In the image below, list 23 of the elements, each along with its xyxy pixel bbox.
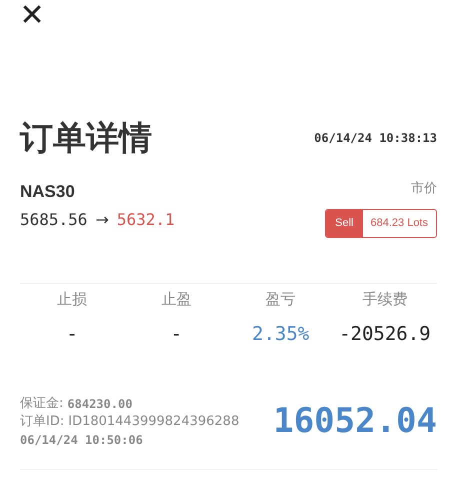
order-id-label: 订单ID: xyxy=(20,412,64,430)
page-title: 订单详情 xyxy=(20,117,152,159)
stat-label: 手续费 xyxy=(362,288,408,310)
side-tag: Sell xyxy=(326,210,362,236)
stat-label: 止损 xyxy=(57,288,88,310)
order-type: 市价 xyxy=(411,180,437,198)
order-id: ID1801443999824396288 xyxy=(68,412,240,430)
stat-label: 盈亏 xyxy=(266,288,296,310)
current-price: 5632.1 xyxy=(116,209,175,231)
profit-amount: 16052.04 xyxy=(273,400,437,443)
margin-value: 684230.00 xyxy=(67,396,132,412)
stat-value: - xyxy=(66,322,78,347)
margin-label: 保证金: xyxy=(20,394,64,412)
stat-label: 止盈 xyxy=(161,288,192,310)
stat-value: - xyxy=(170,322,182,347)
stat-value: 2.35% xyxy=(252,322,310,347)
timestamp: 06/14/24 10:38:13 xyxy=(314,130,437,147)
open-price: 5685.56 xyxy=(20,209,88,231)
symbol: NAS30 xyxy=(20,180,76,202)
open-time: 06/14/24 10:50:06 xyxy=(20,432,144,448)
stat-value: -20526.9 xyxy=(339,322,431,347)
lots-tag: 684.23 Lots xyxy=(362,210,436,236)
arrow-icon: → xyxy=(95,208,109,232)
